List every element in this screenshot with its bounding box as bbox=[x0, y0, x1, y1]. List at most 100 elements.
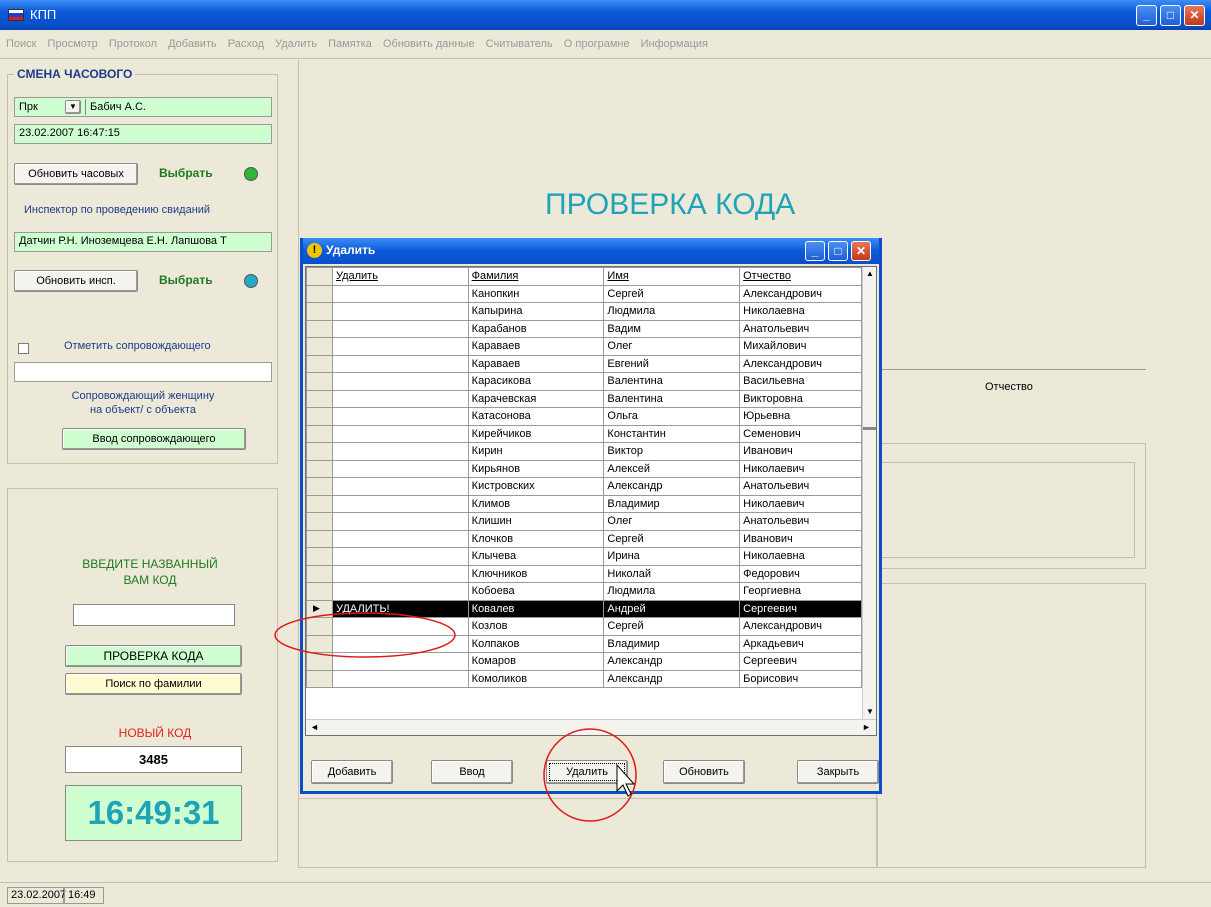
patronymic-cell[interactable]: Александрович bbox=[739, 617, 862, 636]
name-cell[interactable]: Алексей bbox=[603, 459, 741, 478]
scroll-down-arrow-icon[interactable]: ▼ bbox=[866, 707, 874, 716]
row-indicator[interactable] bbox=[306, 319, 333, 338]
menu-about[interactable]: О програмне bbox=[564, 38, 630, 50]
menu-delete[interactable]: Удалить bbox=[275, 38, 317, 50]
select-guard-label[interactable]: Выбрать bbox=[159, 166, 213, 180]
guard-datetime-field[interactable]: 23.02.2007 16:47:15 bbox=[14, 124, 272, 144]
table-row[interactable]: Ключников Николай Федорович bbox=[306, 564, 862, 583]
patronymic-cell[interactable]: Михайлович bbox=[739, 337, 862, 356]
delete-cell[interactable] bbox=[331, 372, 469, 391]
row-indicator[interactable] bbox=[306, 477, 333, 496]
delete-cell[interactable] bbox=[331, 284, 469, 303]
table-row[interactable]: Клычева Ирина Николаевна bbox=[306, 547, 862, 566]
row-indicator[interactable] bbox=[306, 669, 333, 688]
table-row[interactable]: Караваев Евгений Александрович bbox=[306, 354, 862, 373]
delete-cell[interactable] bbox=[331, 354, 469, 373]
delete-cell[interactable] bbox=[331, 564, 469, 583]
name-cell[interactable]: Александр bbox=[603, 477, 741, 496]
surname-cell[interactable]: Кирин bbox=[467, 442, 605, 461]
dialog-maximize-button[interactable]: □ bbox=[828, 241, 848, 261]
patronymic-cell[interactable]: Николаевич bbox=[739, 459, 862, 478]
patronymic-cell[interactable]: Аркадьевич bbox=[739, 634, 862, 653]
menu-reader[interactable]: Считыватель bbox=[486, 38, 553, 50]
patronymic-cell[interactable]: Юрьевна bbox=[739, 407, 862, 426]
patronymic-cell[interactable]: Анатольевич bbox=[739, 477, 862, 496]
name-cell[interactable]: Николай bbox=[603, 564, 741, 583]
delete-cell[interactable] bbox=[331, 459, 469, 478]
surname-cell[interactable]: Кистровских bbox=[467, 477, 605, 496]
scroll-thumb[interactable] bbox=[863, 427, 876, 430]
mark-escort-checkbox[interactable] bbox=[18, 343, 29, 354]
name-cell[interactable]: Вадим bbox=[603, 319, 741, 338]
table-row[interactable]: Кобоева Людмила Георгиевна bbox=[306, 582, 862, 601]
patronymic-cell[interactable]: Анатольевич bbox=[739, 319, 862, 338]
name-cell[interactable]: Ирина bbox=[603, 547, 741, 566]
menu-view[interactable]: Просмотр bbox=[48, 38, 98, 50]
inspectors-field[interactable]: Датчин Р.Н. Иноземцева Е.Н. Лапшова Т bbox=[14, 232, 272, 252]
row-indicator[interactable] bbox=[306, 582, 333, 601]
row-indicator[interactable] bbox=[306, 564, 333, 583]
name-cell[interactable]: Ольга bbox=[603, 407, 741, 426]
row-indicator[interactable] bbox=[306, 652, 333, 671]
maximize-button[interactable]: □ bbox=[1160, 5, 1181, 26]
dialog-add-button[interactable]: Добавить bbox=[311, 760, 393, 784]
delete-cell[interactable] bbox=[331, 652, 469, 671]
surname-cell[interactable]: Карасикова bbox=[467, 372, 605, 391]
dialog-close-button[interactable]: ✕ bbox=[851, 241, 871, 261]
rank-dropdown-button[interactable]: ▼ bbox=[65, 100, 81, 114]
table-row[interactable]: ▶ УДАЛИТЬ! Ковалев Андрей Сергеевич bbox=[306, 599, 862, 618]
delete-cell[interactable] bbox=[331, 337, 469, 356]
surname-cell[interactable]: Комаров bbox=[467, 652, 605, 671]
row-indicator[interactable] bbox=[306, 459, 333, 478]
row-indicator[interactable] bbox=[306, 354, 333, 373]
patronymic-cell[interactable]: Борисович bbox=[739, 669, 862, 688]
delete-cell[interactable] bbox=[331, 302, 469, 321]
delete-cell[interactable] bbox=[331, 477, 469, 496]
name-cell[interactable]: Виктор bbox=[603, 442, 741, 461]
delete-cell[interactable] bbox=[331, 617, 469, 636]
patronymic-cell[interactable]: Александрович bbox=[739, 284, 862, 303]
surname-cell[interactable]: Карабанов bbox=[467, 319, 605, 338]
row-indicator[interactable] bbox=[306, 302, 333, 321]
surname-cell[interactable]: Климов bbox=[467, 494, 605, 513]
scroll-left-arrow-icon[interactable]: ◄ bbox=[310, 722, 319, 732]
search-by-surname-button[interactable]: Поиск по фамилии bbox=[65, 673, 242, 695]
name-cell[interactable]: Людмила bbox=[603, 582, 741, 601]
surname-cell[interactable]: Кирейчиков bbox=[467, 424, 605, 443]
name-cell[interactable]: Александр bbox=[603, 669, 741, 688]
name-cell[interactable]: Людмила bbox=[603, 302, 741, 321]
name-cell[interactable]: Сергей bbox=[603, 617, 741, 636]
vertical-scrollbar[interactable]: ▲ ▼ bbox=[862, 267, 876, 719]
surname-cell[interactable]: Кирьянов bbox=[467, 459, 605, 478]
row-indicator[interactable] bbox=[306, 634, 333, 653]
table-row[interactable]: Карачевская Валентина Викторовна bbox=[306, 389, 862, 408]
name-cell[interactable]: Олег bbox=[603, 512, 741, 531]
delete-cell[interactable] bbox=[331, 547, 469, 566]
patronymic-cell[interactable]: Сергеевич bbox=[739, 599, 862, 618]
escort-input[interactable] bbox=[14, 362, 272, 382]
delete-cell[interactable] bbox=[331, 512, 469, 531]
refresh-inspectors-button[interactable]: Обновить инсп. bbox=[14, 270, 138, 292]
col-header-name[interactable]: Имя bbox=[603, 267, 741, 286]
surname-cell[interactable]: Карачевская bbox=[467, 389, 605, 408]
check-code-button[interactable]: ПРОВЕРКА КОДА bbox=[65, 645, 242, 667]
table-row[interactable]: Катасонова Ольга Юрьевна bbox=[306, 407, 862, 426]
table-row[interactable]: Канопкин Сергей Александрович bbox=[306, 284, 862, 303]
minimize-button[interactable]: _ bbox=[1136, 5, 1157, 26]
menu-search[interactable]: Поиск bbox=[6, 38, 36, 50]
col-header-patronymic[interactable]: Отчество bbox=[739, 267, 862, 286]
dialog-delete-button[interactable]: Удалить bbox=[546, 760, 628, 784]
row-indicator[interactable] bbox=[306, 424, 333, 443]
surname-cell[interactable]: Катасонова bbox=[467, 407, 605, 426]
patronymic-cell[interactable]: Николаевич bbox=[739, 494, 862, 513]
table-row[interactable]: Караваев Олег Михайлович bbox=[306, 337, 862, 356]
surname-cell[interactable]: Канопкин bbox=[467, 284, 605, 303]
delete-cell[interactable] bbox=[331, 529, 469, 548]
delete-cell[interactable]: УДАЛИТЬ! bbox=[331, 599, 469, 618]
surname-cell[interactable]: Кобоева bbox=[467, 582, 605, 601]
row-indicator[interactable] bbox=[306, 512, 333, 531]
name-cell[interactable]: Сергей bbox=[603, 284, 741, 303]
surname-cell[interactable]: Ключников bbox=[467, 564, 605, 583]
patronymic-cell[interactable]: Иванович bbox=[739, 442, 862, 461]
delete-cell[interactable] bbox=[331, 669, 469, 688]
